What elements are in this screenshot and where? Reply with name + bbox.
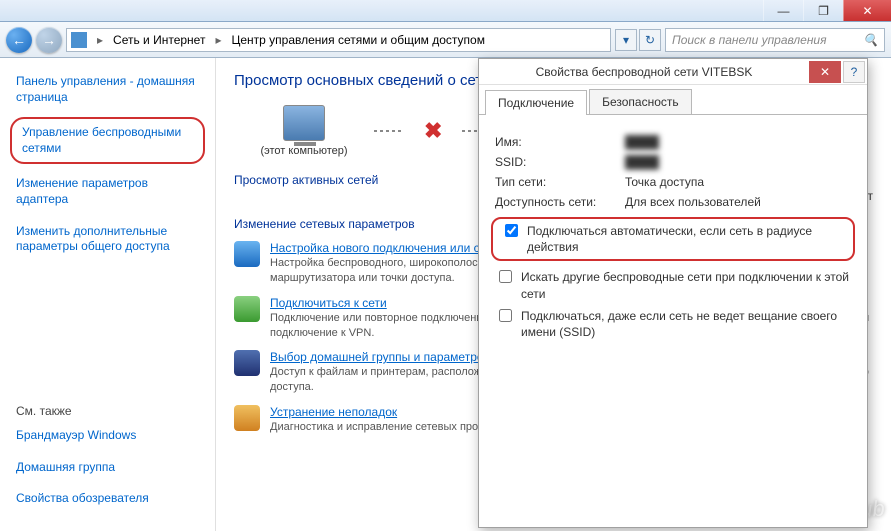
computer-icon (283, 105, 325, 141)
dialog-help-button[interactable]: ? (843, 61, 865, 83)
checkbox-auto-connect-row: Подключаться автоматически, если сеть в … (491, 217, 855, 261)
sidebar-sharing[interactable]: Изменить дополнительные параметры общего… (10, 220, 205, 259)
connect-network-icon (234, 296, 260, 322)
dialog-tabs: Подключение Безопасность (479, 85, 867, 115)
checkbox-hidden-ssid-label: Подключаться, даже если сеть не ведет ве… (521, 308, 851, 340)
sidebar-wireless[interactable]: Управление беспроводными сетями (10, 117, 205, 164)
troubleshoot-icon (234, 405, 260, 431)
disconnected-icon: ✖ (424, 118, 442, 144)
checkbox-auto-connect[interactable] (505, 224, 518, 237)
wireless-properties-dialog: Свойства беспроводной сети VITEBSK ✕ ? П… (478, 58, 868, 528)
back-button[interactable]: ← (6, 27, 32, 53)
net-connector-line (374, 130, 404, 132)
window-chrome: — ❐ ✕ (0, 0, 891, 22)
sidebar-firewall[interactable]: Брандмауэр Windows (10, 424, 205, 448)
sidebar-homegroup[interactable]: Домашняя группа (10, 456, 205, 480)
dialog-close-button[interactable]: ✕ (809, 61, 841, 83)
crumb-sep-icon: ▸ (93, 33, 107, 47)
network-node-this-pc: (этот компьютер) (254, 105, 354, 157)
tab-security[interactable]: Безопасность (589, 89, 692, 114)
checkbox-other-networks-label: Искать другие беспроводные сети при подк… (521, 269, 851, 301)
forward-button[interactable]: → (36, 27, 62, 53)
breadcrumb-sharing-center[interactable]: Центр управления сетями и общим доступом (231, 33, 485, 47)
prop-ssid-label: SSID: (495, 155, 625, 169)
prop-name-label: Имя: (495, 135, 625, 149)
prop-type-value: Точка доступа (625, 175, 704, 189)
checkbox-other-networks-row: Искать другие беспроводные сети при подк… (495, 269, 851, 301)
prop-avail-value: Для всех пользователей (625, 195, 761, 209)
refresh-button[interactable]: ↻ (639, 29, 661, 51)
sidebar: Панель управления - домашняя страница Уп… (0, 58, 216, 531)
address-bar: ← → ▸ Сеть и Интернет ▸ Центр управления… (0, 22, 891, 58)
search-input[interactable]: Поиск в панели управления 🔍 (665, 28, 885, 52)
checkbox-hidden-ssid-row: Подключаться, даже если сеть не ведет ве… (495, 308, 851, 340)
dialog-title: Свойства беспроводной сети VITEBSK (479, 65, 809, 79)
dialog-body: Имя: ████ SSID: ████ Тип сети: Точка дос… (479, 115, 867, 360)
minimize-button[interactable]: — (763, 0, 803, 21)
tab-connection[interactable]: Подключение (485, 90, 587, 115)
this-pc-label: (этот компьютер) (254, 145, 354, 157)
search-placeholder: Поиск в панели управления (672, 33, 827, 47)
dialog-titlebar: Свойства беспроводной сети VITEBSK ✕ ? (479, 59, 867, 85)
breadcrumb-network[interactable]: Сеть и Интернет (113, 33, 205, 47)
homegroup-icon (234, 350, 260, 376)
crumb-sep-icon: ▸ (211, 33, 225, 47)
prop-name-value: ████ (625, 135, 659, 149)
sidebar-adapter[interactable]: Изменение параметров адаптера (10, 172, 205, 211)
prop-ssid-value: ████ (625, 155, 659, 169)
control-panel-icon (71, 32, 87, 48)
maximize-button[interactable]: ❐ (803, 0, 843, 21)
prop-avail-label: Доступность сети: (495, 195, 625, 209)
search-icon: 🔍 (863, 33, 878, 47)
sidebar-home[interactable]: Панель управления - домашняя страница (10, 70, 205, 109)
checkbox-hidden-ssid[interactable] (499, 309, 512, 322)
close-button[interactable]: ✕ (843, 0, 891, 21)
checkbox-auto-connect-label: Подключаться автоматически, если сеть в … (527, 223, 845, 255)
new-connection-icon (234, 241, 260, 267)
see-also-label: См. также (16, 404, 199, 418)
address-field[interactable]: ▸ Сеть и Интернет ▸ Центр управления сет… (66, 28, 611, 52)
prop-type-label: Тип сети: (495, 175, 625, 189)
checkbox-other-networks[interactable] (499, 270, 512, 283)
address-dropdown[interactable]: ▾ (615, 29, 637, 51)
sidebar-internet-options[interactable]: Свойства обозревателя (10, 487, 205, 511)
